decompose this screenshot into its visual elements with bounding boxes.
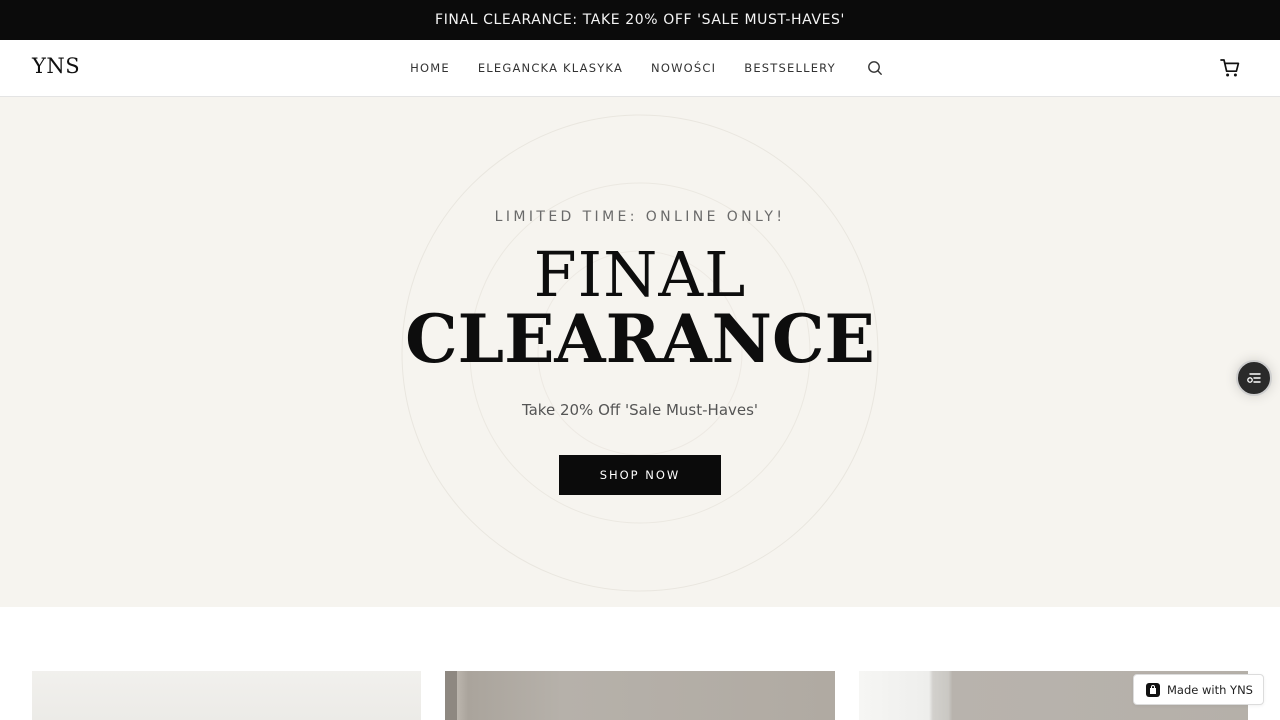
site-header: YNS HOME ELEGANCKA KLASYKA NOWOŚCI BESTS… bbox=[0, 40, 1280, 97]
nav-item-elegancka-klasyka[interactable]: ELEGANCKA KLASYKA bbox=[478, 61, 623, 75]
nav-item-home[interactable]: HOME bbox=[410, 61, 450, 75]
bag-icon bbox=[1146, 682, 1160, 697]
search-icon[interactable] bbox=[866, 59, 884, 77]
shop-now-button[interactable]: SHOP NOW bbox=[559, 455, 721, 495]
hero-eyebrow: LIMITED TIME: ONLINE ONLY! bbox=[494, 209, 786, 225]
hero-section: LIMITED TIME: ONLINE ONLY! FINAL CLEARAN… bbox=[0, 97, 1280, 607]
hero-subline: Take 20% Off 'Sale Must-Haves' bbox=[521, 401, 759, 419]
settings-list-icon[interactable] bbox=[1236, 360, 1272, 396]
hero-content: LIMITED TIME: ONLINE ONLY! FINAL CLEARAN… bbox=[0, 97, 1280, 607]
hero-headline-line1: FINAL bbox=[533, 238, 747, 311]
announcement-text: FINAL CLEARANCE: TAKE 20% OFF 'SALE MUST… bbox=[435, 12, 845, 28]
product-card-image[interactable] bbox=[32, 671, 421, 720]
product-grid bbox=[0, 607, 1280, 720]
hero-headline-line2: CLEARANCE bbox=[405, 300, 875, 378]
made-with-label: Made with YNS bbox=[1167, 682, 1253, 697]
hero-headline: FINAL CLEARANCE bbox=[0, 238, 1280, 378]
main-nav: HOME ELEGANCKA KLASYKA NOWOŚCI BESTSELLE… bbox=[0, 40, 1280, 96]
site-logo[interactable]: YNS bbox=[32, 54, 80, 78]
made-with-badge[interactable]: Made with YNS bbox=[1133, 674, 1264, 705]
announcement-bar: FINAL CLEARANCE: TAKE 20% OFF 'SALE MUST… bbox=[0, 0, 1280, 40]
cart-icon[interactable] bbox=[1219, 57, 1241, 79]
product-card-image[interactable] bbox=[445, 671, 835, 720]
nav-item-bestsellery[interactable]: BESTSELLERY bbox=[744, 61, 836, 75]
nav-item-nowosci[interactable]: NOWOŚCI bbox=[651, 61, 716, 75]
